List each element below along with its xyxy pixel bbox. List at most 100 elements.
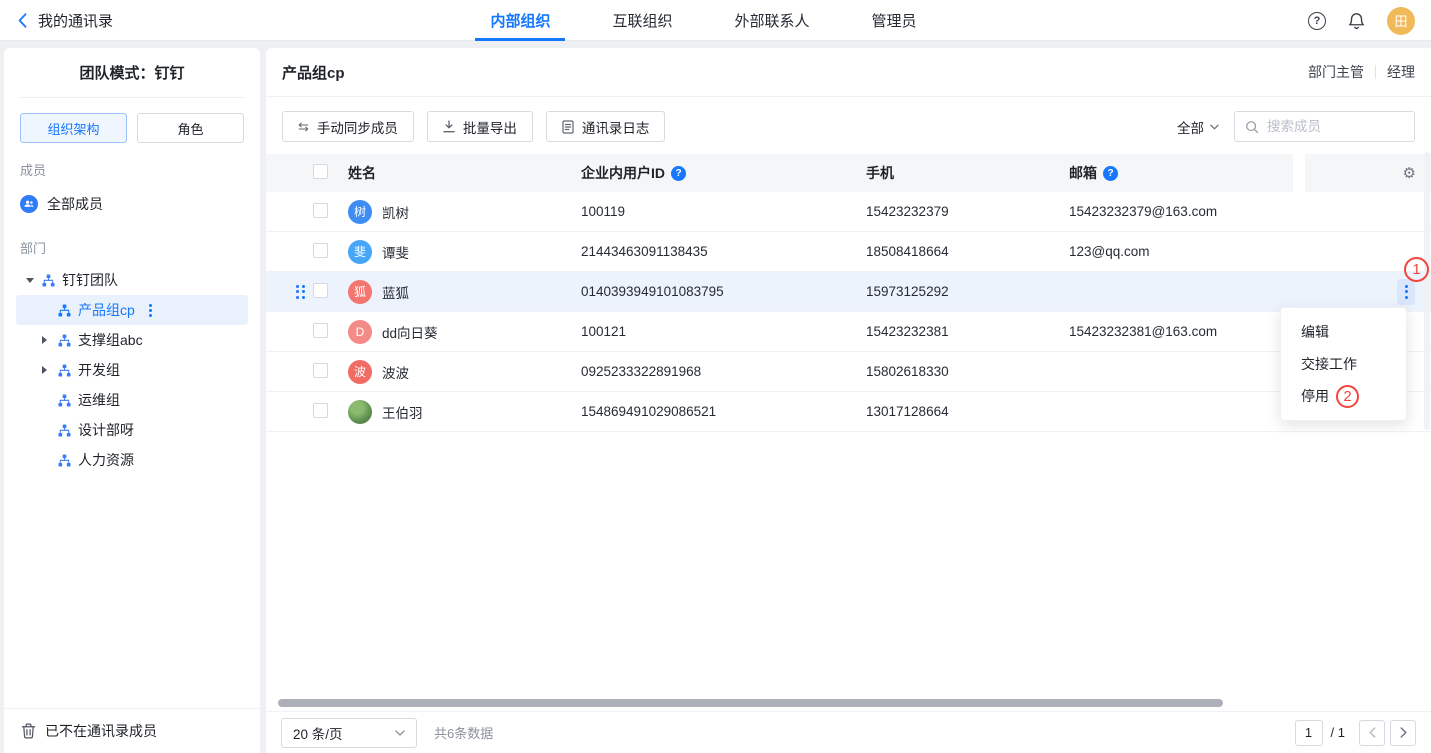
pager: 1 / 1 [1295,720,1416,746]
tree-node-ops-group[interactable]: 运维组 [16,385,248,415]
next-page-button[interactable] [1390,720,1416,746]
row-checkbox[interactable] [313,363,328,378]
tree-node-label: 产品组cp [78,300,135,320]
caret-right-icon[interactable] [42,366,47,374]
prev-page-button[interactable] [1359,720,1385,746]
member-phone: 15802618330 [866,364,1069,379]
more-options-icon[interactable] [149,304,152,317]
horizontal-scrollbar-thumb[interactable] [278,699,1223,707]
member-avatar: 树 [348,200,372,224]
toolbar: ⇆ 手动同步成员 批量导出 通讯录日志 全部 [266,97,1431,154]
org-structure-button[interactable]: 组织架构 [20,113,127,143]
table-row[interactable]: 斐 谭斐 21443463091138435 18508418664 123@q… [266,232,1431,272]
row-checkbox[interactable] [313,323,328,338]
department-icon [58,304,71,317]
page-size-select[interactable]: 20 条/页 [281,718,417,748]
row-checkbox[interactable] [313,283,328,298]
tab-connected-org[interactable]: 互联组织 [612,0,672,41]
tab-external-contacts[interactable]: 外部联系人 [735,0,810,41]
member-phone: 15423232379 [866,204,1069,219]
all-members-label: 全部成员 [47,194,103,214]
manager-link[interactable]: 经理 [1387,62,1415,82]
member-name: 王伯羽 [382,402,423,422]
tree-node-root[interactable]: 钉钉团队 [16,265,248,295]
drag-handle-icon[interactable] [288,285,313,299]
search-box[interactable] [1234,111,1415,142]
tree-node-hr[interactable]: 人力资源 [16,445,248,475]
member-avatar: 波 [348,360,372,384]
member-email: 15423232381@163.com [1069,324,1306,339]
table-row[interactable]: D dd向日葵 100121 15423232381 15423232381@1… [266,312,1431,352]
filter-dropdown[interactable]: 全部 [1177,117,1219,137]
table-row[interactable]: 波 波波 0925233322891968 15802618330 [266,352,1431,392]
menu-item-edit[interactable]: 编辑 [1281,316,1406,348]
tree-node-label: 支撑组abc [78,330,143,350]
trash-icon [21,723,36,739]
member-avatar: 斐 [348,240,372,264]
removed-members-entry[interactable]: 已不在通讯录成员 [4,708,260,753]
topbar: 我的通讯录 内部组织 互联组织 外部联系人 管理员 ? 田 [0,0,1431,41]
member-name: 凯树 [382,202,409,222]
caret-down-icon[interactable] [26,278,34,283]
member-phone: 13017128664 [866,404,1069,419]
total-count-label: 共6条数据 [434,723,493,742]
user-avatar[interactable]: 田 [1387,7,1415,35]
current-page-input[interactable]: 1 [1295,720,1323,746]
department-icon [58,364,71,377]
members-section-label: 成员 [20,160,244,179]
member-phone: 15973125292 [866,284,1069,299]
role-button[interactable]: 角色 [137,113,244,143]
tab-internal-org[interactable]: 内部组织 [490,0,550,41]
table-row[interactable]: 王伯羽 154869491029086521 13017128664 [266,392,1431,432]
department-icon [42,274,55,287]
column-settings-gear-icon[interactable]: ⚙ [1403,166,1416,181]
help-icon[interactable]: ? [1308,12,1326,30]
dept-manager-link[interactable]: 部门主管 [1308,62,1364,82]
chevron-down-icon [1210,124,1219,130]
row-checkbox[interactable] [313,403,328,418]
annotation-step-2: 2 [1336,385,1359,408]
log-icon [562,120,574,134]
view-switch: 组织架构 角色 [20,113,244,143]
divider [1375,65,1376,79]
row-more-actions-button[interactable] [1397,279,1415,305]
topbar-actions: ? 田 [1308,0,1415,41]
tree-node-support-group[interactable]: 支撑组abc [16,325,248,355]
member-user-id: 154869491029086521 [581,404,866,419]
search-input[interactable] [1267,119,1404,134]
batch-export-button[interactable]: 批量导出 [427,111,533,142]
manual-sync-button[interactable]: ⇆ 手动同步成员 [282,111,414,142]
row-checkbox[interactable] [313,203,328,218]
select-all-checkbox[interactable] [313,164,328,179]
caret-right-icon[interactable] [42,336,47,344]
vertical-scrollbar-track[interactable] [1424,152,1430,430]
email-help-icon[interactable]: ? [1103,166,1118,181]
sidebar-divider [18,97,246,98]
tree-node-label: 运维组 [78,390,120,410]
tree-node-dev-group[interactable]: 开发组 [16,355,248,385]
pagination-bar: 20 条/页 共6条数据 1 / 1 [266,711,1431,753]
page-size-label: 20 条/页 [293,723,343,743]
departments-section-label: 部门 [20,238,244,257]
user-id-help-icon[interactable]: ? [671,166,686,181]
table-row-highlighted[interactable]: 狐 蓝狐 0140393949101083795 15973125292 [266,272,1431,312]
row-checkbox[interactable] [313,243,328,258]
app-root: 我的通讯录 内部组织 互联组织 外部联系人 管理员 ? 田 团队模式：钉钉 组织… [0,0,1431,753]
department-icon [58,394,71,407]
department-icon [58,334,71,347]
notification-bell-icon[interactable] [1348,11,1365,30]
member-user-id: 0140393949101083795 [581,284,866,299]
sidebar-item-all-members[interactable]: 全部成员 [4,187,260,221]
tree-node-design-dept[interactable]: 设计部呀 [16,415,248,445]
contact-log-button[interactable]: 通讯录日志 [546,111,666,142]
member-user-id: 0925233322891968 [581,364,866,379]
menu-item-disable[interactable]: 停用 2 [1281,380,1406,412]
member-name: dd向日葵 [382,322,438,342]
tree-node-label: 人力资源 [78,450,134,470]
tree-node-product-group[interactable]: 产品组cp [16,295,248,325]
table-header: 姓名 企业内用户ID ? 手机 邮箱 ? ⚙ [266,154,1431,192]
member-email: 123@qq.com [1069,244,1306,259]
menu-item-handover[interactable]: 交接工作 [1281,348,1406,380]
tab-admins[interactable]: 管理员 [872,0,917,41]
table-row[interactable]: 树 凯树 100119 15423232379 15423232379@163.… [266,192,1431,232]
